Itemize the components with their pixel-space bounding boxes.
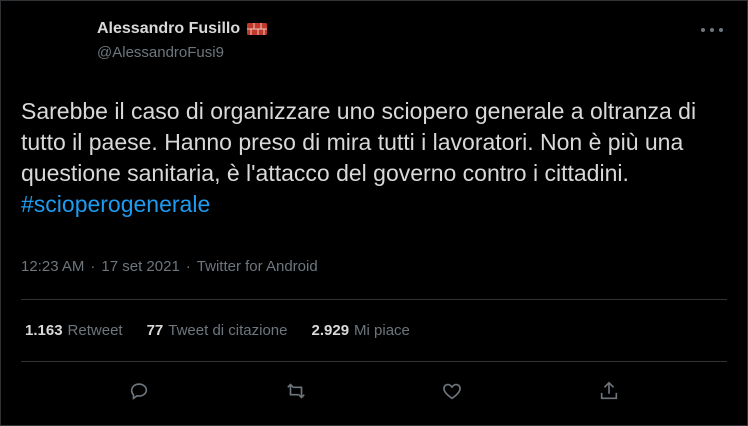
retweets-stat[interactable]: 1.163 Retweet — [25, 322, 123, 339]
share-button[interactable] — [595, 377, 623, 405]
tweet-stats: 1.163 Retweet 77 Tweet di citazione 2.92… — [25, 322, 410, 339]
quotes-stat[interactable]: 77 Tweet di citazione — [147, 322, 288, 339]
tweet-meta: 12:23 AM · 17 set 2021 · Twitter for And… — [21, 258, 318, 275]
tweet-header: Alessandro Fusillo @AlessandroFusi9 — [97, 20, 268, 61]
tweet-text: Sarebbe il caso di organizzare uno sciop… — [21, 96, 721, 220]
divider — [21, 361, 727, 362]
tweet-time[interactable]: 12:23 AM — [21, 258, 84, 275]
author-display-name[interactable]: Alessandro Fusillo — [97, 20, 240, 38]
more-options-icon[interactable] — [701, 23, 723, 37]
share-icon — [600, 381, 617, 400]
retweet-icon — [286, 383, 305, 399]
retweets-count: 1.163 — [25, 322, 63, 339]
tweet-date[interactable]: 17 set 2021 — [101, 258, 179, 275]
quotes-count: 77 — [146, 322, 164, 339]
retweet-button[interactable] — [282, 377, 310, 405]
divider — [21, 299, 727, 300]
likes-count: 2.929 — [311, 322, 350, 339]
tweet-body: Sarebbe il caso di organizzare uno sciop… — [21, 98, 697, 186]
action-bar — [1, 377, 747, 405]
meta-separator: · — [90, 258, 96, 275]
reply-icon — [131, 383, 148, 400]
hashtag-link[interactable]: #scioperogenerale — [21, 191, 210, 217]
likes-stat[interactable]: 2.929 Mi piace — [312, 322, 410, 339]
author-handle[interactable]: @AlessandroFusi9 — [97, 44, 268, 61]
meta-separator: · — [185, 258, 191, 275]
retweets-label: Retweet — [67, 322, 123, 339]
tweet-source[interactable]: Twitter for Android — [197, 258, 318, 275]
reply-button[interactable] — [125, 377, 153, 405]
tweet-card: Alessandro Fusillo @AlessandroFusi9 Sare… — [0, 0, 748, 426]
quotes-label: Tweet di citazione — [168, 322, 288, 339]
name-row: Alessandro Fusillo — [97, 20, 268, 38]
heart-icon — [443, 383, 462, 400]
likes-label: Mi piace — [354, 322, 410, 339]
brick-icon — [246, 21, 268, 37]
like-button[interactable] — [438, 377, 466, 405]
